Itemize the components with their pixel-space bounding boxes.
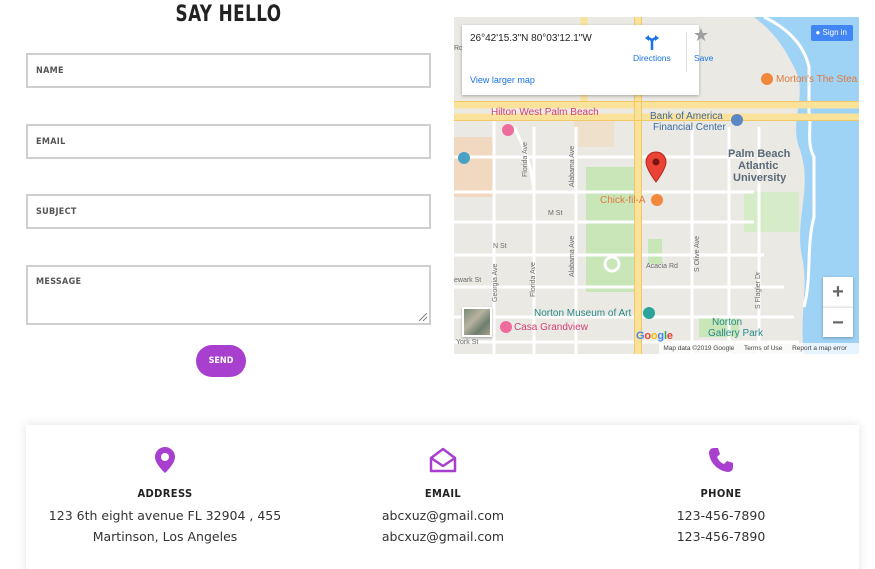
map-label-chickfila: Chick-fil-A: [600, 195, 646, 206]
zoom-in-button[interactable]: +: [823, 277, 853, 307]
email-placeholder: EMAIL: [36, 137, 66, 147]
google-logo: Google: [636, 330, 673, 342]
email-field[interactable]: EMAIL: [26, 124, 431, 159]
terms-of-use-link[interactable]: Terms of Use: [744, 345, 782, 352]
map-coordinates: 26°42'15.3"N 80°03'12.1"W: [470, 33, 592, 44]
name-field[interactable]: NAME: [26, 53, 431, 88]
view-larger-map-link[interactable]: View larger map: [470, 75, 535, 85]
location-pin-icon: [155, 447, 175, 478]
map-label-hilton: Hilton West Palm Beach: [491, 107, 599, 118]
map-label-florida-ave: Florida Ave: [522, 142, 529, 177]
message-field[interactable]: MESSAGE: [26, 265, 431, 325]
address-line-2: Martinson, Los Angeles: [92, 529, 238, 544]
user-icon: ●: [815, 28, 821, 37]
save-place[interactable]: ★ Save: [682, 25, 722, 65]
map-label-alabama-ave-2: Alabama Ave: [569, 235, 576, 277]
zoom-out-button[interactable]: −: [823, 307, 853, 337]
send-button[interactable]: SEND: [196, 345, 246, 377]
map-label-pba-2: Atlantic: [738, 160, 779, 172]
map-label-alabama-ave: Alabama Ave: [569, 145, 576, 187]
map-label-boa-1: Bank of America: [650, 111, 723, 122]
map-sign-in-button[interactable]: ● Sign in: [811, 25, 853, 41]
phone-title: PHONE: [700, 487, 742, 500]
map-label-norton-park-2: Gallery Park: [708, 328, 764, 339]
directions-link[interactable]: Directions: [633, 53, 671, 63]
map-label-flagler: S Flagler Dr: [755, 271, 762, 309]
map-label-casa: Casa Grandview: [514, 322, 588, 333]
map-info-card: 26°42'15.3"N 80°03'12.1"W View larger ma…: [462, 25, 699, 95]
map-label-ewark: ewark St: [454, 277, 482, 284]
email-title: EMAIL: [424, 487, 462, 500]
address-line-1: 123 6th eight avenue FL 32904 , 455: [48, 508, 282, 523]
report-map-error-link[interactable]: Report a map error: [792, 345, 847, 352]
map-label-norton-museum: Norton Museum of Art: [534, 308, 632, 319]
map-attribution: Map data ©2019 Google Terms of Use Repor…: [659, 343, 859, 354]
map-data-credit: Map data ©2019 Google: [663, 345, 735, 352]
satellite-toggle-thumbnail[interactable]: [462, 307, 492, 337]
phone-line-2[interactable]: 123-456-7890: [582, 529, 860, 544]
map-label-mortons: Morton's The Stea: [776, 74, 858, 85]
map-label-olive-ave: S Olive Ave: [694, 235, 701, 272]
star-icon[interactable]: ★: [693, 25, 709, 46]
subject-field[interactable]: SUBJECT: [26, 194, 431, 229]
save-link[interactable]: Save: [694, 53, 713, 63]
map-label-pba-1: Palm Beach: [728, 148, 791, 160]
message-placeholder: MESSAGE: [36, 277, 82, 287]
address-title: ADDRESS: [137, 487, 193, 500]
map-label-georgia-ave: Georgia Ave: [492, 263, 499, 302]
map-label-m-st: M St: [548, 210, 563, 217]
email-line-1[interactable]: abcxuz@gmail.com: [304, 508, 582, 523]
map-label-norton-park-1: Norton: [712, 317, 743, 328]
sign-in-label: Sign in: [822, 28, 847, 37]
directions-icon[interactable]: [645, 34, 659, 55]
map-label-boa-2: Financial Center: [653, 122, 726, 133]
phone-icon: [708, 447, 734, 478]
map-embed[interactable]: Hilton West Palm Beach Bank of America F…: [454, 17, 859, 354]
contact-info-strip: ADDRESS 123 6th eight avenue FL 32904 , …: [26, 425, 859, 569]
name-placeholder: NAME: [36, 66, 64, 76]
phone-line-1[interactable]: 123-456-7890: [582, 508, 860, 523]
map-label-florida-ave-2: Florida Ave: [530, 262, 537, 297]
subject-placeholder: SUBJECT: [36, 207, 77, 217]
form-title: SAY HELLO: [175, 2, 282, 27]
map-label-pba-3: University: [733, 172, 787, 184]
map-label-acacia: Acacia Rd: [646, 263, 678, 270]
map-label-n-st: N St: [493, 243, 507, 250]
resize-grip-icon[interactable]: [419, 313, 427, 321]
email-line-2[interactable]: abcxuz@gmail.com: [304, 529, 582, 544]
map-label-york: York St: [456, 339, 479, 346]
envelope-open-icon: [429, 447, 457, 478]
